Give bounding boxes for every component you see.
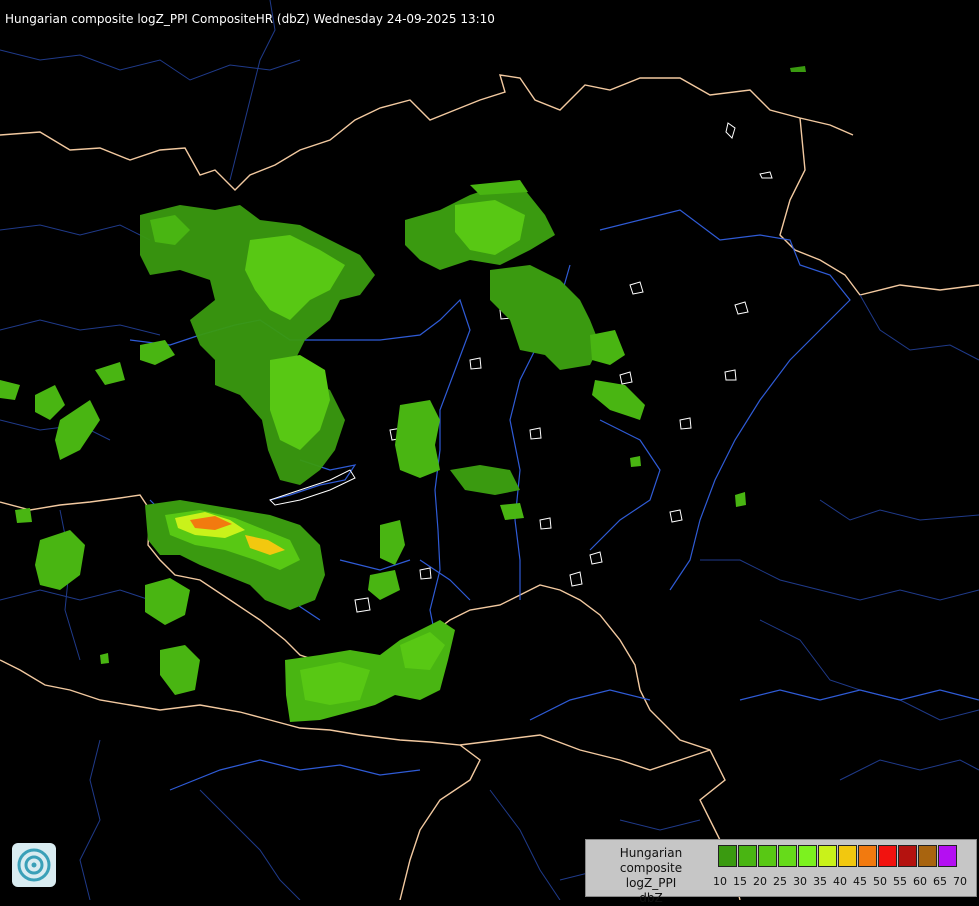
legend-swatch: [918, 845, 937, 867]
legend-title: Hungarian composite logZ_PPI dbZ: [588, 846, 714, 906]
legend-swatch: [738, 845, 757, 867]
legend-tick-label: 35: [813, 875, 827, 888]
legend-tick-label: 20: [753, 875, 767, 888]
legend-tick-label: 50: [873, 875, 887, 888]
legend-swatch: [878, 845, 897, 867]
legend-tick-label: 60: [913, 875, 927, 888]
legend-title-line-3: dbZ: [639, 891, 663, 905]
legend-swatch: [898, 845, 917, 867]
legend-tick-label: 55: [893, 875, 907, 888]
legend-tick-label: 45: [853, 875, 867, 888]
legend-tick-label: 25: [773, 875, 787, 888]
legend-tick-label: 40: [833, 875, 847, 888]
legend-ticks: 10 15 20 25 30 35 40 45 50 55 60 65 70: [710, 875, 970, 888]
color-legend: Hungarian composite logZ_PPI dbZ 10 15 20 2…: [585, 839, 977, 905]
legend-title-line-2: logZ_PPI: [625, 876, 677, 890]
legend-tick-label: 15: [733, 875, 747, 888]
legend-tick-label: 30: [793, 875, 807, 888]
legend-swatch: [758, 845, 777, 867]
legend-swatch: [858, 845, 877, 867]
legend-tick-label: 65: [933, 875, 947, 888]
legend-swatch: [938, 845, 957, 867]
radar-map: [0, 0, 979, 900]
map-title: Hungarian composite logZ_PPI CompositeHR…: [5, 12, 495, 26]
legend-swatch: [818, 845, 837, 867]
legend-title-line-1: Hungarian composite: [619, 846, 683, 875]
legend-tick-label: 70: [953, 875, 967, 888]
legend-swatch: [798, 845, 817, 867]
legend-swatches: [718, 845, 958, 867]
legend-swatch: [718, 845, 737, 867]
radar-logo-icon: [12, 843, 56, 887]
legend-tick-label: 10: [713, 875, 727, 888]
legend-swatch: [838, 845, 857, 867]
legend-swatch: [778, 845, 797, 867]
